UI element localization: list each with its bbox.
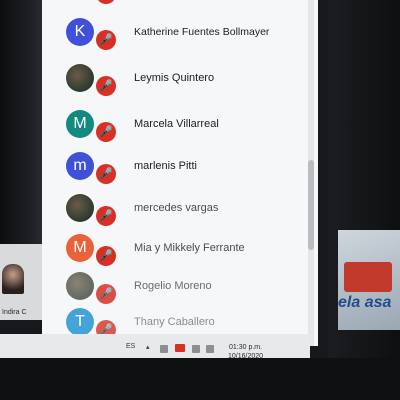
chevron-up-icon[interactable]: ▴ [146,343,150,351]
mic-muted-icon[interactable]: 🎤 [96,284,116,304]
mic-muted-icon[interactable]: 🎤 [96,0,116,4]
participant-row[interactable]: M 🎤 Marcela Villarreal [42,106,318,146]
participant-row[interactable]: K 🎤 Katherine Fuentes Bollmayer [42,14,318,54]
participant-name: Rogelio Moreno [134,280,212,292]
language-indicator[interactable]: ES [126,343,135,350]
volume-icon[interactable] [192,345,200,353]
participant-name: Katherine Fuentes Bollmayer [134,26,270,38]
participant-name: Leymis Quintero [134,72,215,84]
participant-row[interactable]: M 🎤 Mia y Mikkely Ferrante [42,230,318,270]
notification-flag-icon[interactable] [175,344,185,352]
video-tile-label: Indira C [2,309,27,316]
clock-time: 01:30 p.m. [228,344,263,351]
monitor-bezel-bottom [0,358,400,400]
avatar: K [66,18,94,46]
background-poster-text: ela asa [338,294,392,311]
participant-name: marlenis Pitti [134,160,197,172]
participant-row[interactable]: 🎤 Rogelio Moreno [42,268,318,308]
avatar [66,272,94,300]
avatar: M [66,234,94,262]
avatar [66,194,94,222]
avatar: M [66,110,94,138]
monitor-bezel-right [328,0,400,400]
mic-muted-icon[interactable]: 🎤 [96,164,116,184]
mic-muted-icon[interactable]: 🎤 [96,246,116,266]
scrollbar-thumb[interactable] [308,160,314,250]
battery-icon[interactable] [206,345,214,353]
participant-row[interactable]: 🎤 mercedes vargas [42,190,318,230]
participant-name: mercedes vargas [134,202,219,214]
participant-name: Mia y Mikkely Ferrante [134,242,245,254]
mic-muted-icon[interactable]: 🎤 [96,30,116,50]
network-icon[interactable] [160,345,168,353]
avatar: m [66,152,94,180]
avatar [66,64,94,92]
avatar: T [66,308,94,336]
participant-row[interactable]: m 🎤 marlenis Pitti [42,148,318,188]
monitor-bezel-left [0,0,44,250]
participant-name: Marcela Villarreal [134,118,219,130]
participant-row[interactable]: 🎤 Leymis Quintero [42,60,318,100]
background-poster-logo [344,262,392,292]
mic-muted-icon[interactable]: 🎤 [96,122,116,142]
video-tile-person [2,264,24,294]
mic-muted-icon[interactable]: 🎤 [96,206,116,226]
participants-panel: 🎤 K 🎤 Katherine Fuentes Bollmayer 🎤 Leym… [42,0,318,346]
participant-name: Thany Caballero [134,316,215,328]
mic-muted-icon[interactable]: 🎤 [96,76,116,96]
